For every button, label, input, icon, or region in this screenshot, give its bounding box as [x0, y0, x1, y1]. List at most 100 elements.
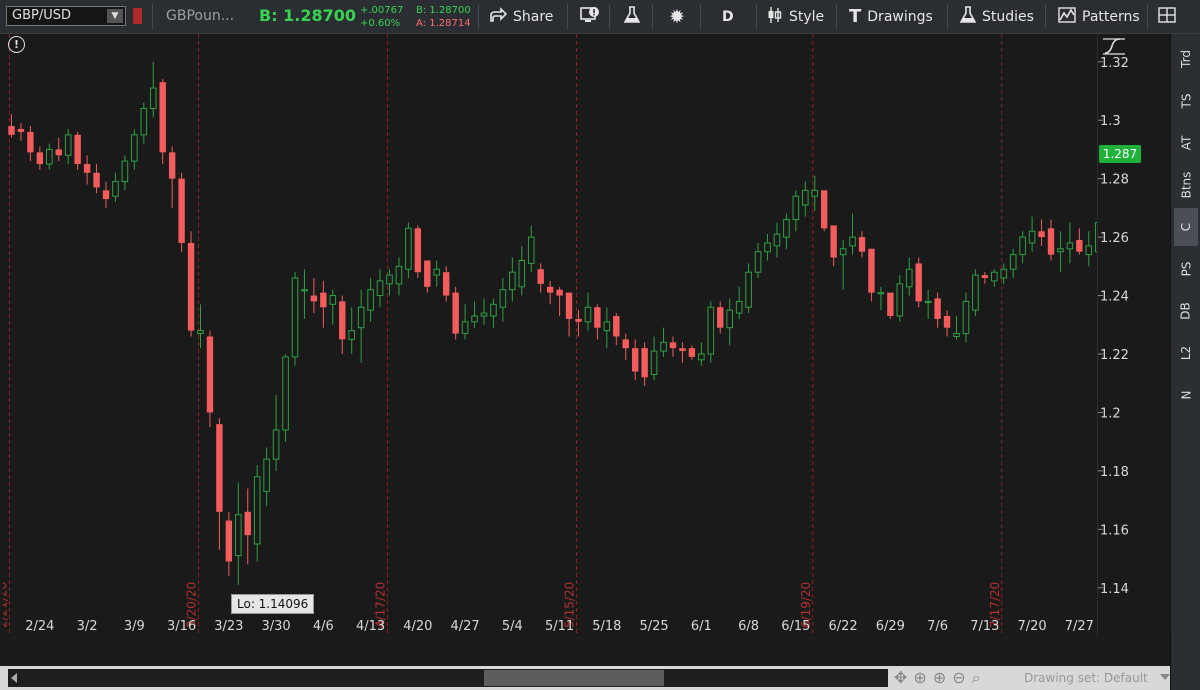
candle	[509, 257, 516, 302]
crosshair-icon[interactable]: ⊕	[913, 668, 932, 687]
candle	[414, 225, 422, 279]
sidebar-tab-at[interactable]: AT	[1174, 124, 1198, 162]
drawings-button[interactable]: T Drawings	[849, 0, 933, 33]
candle	[301, 269, 308, 319]
candle	[499, 278, 507, 322]
aggregation-selector[interactable]: D	[722, 0, 734, 33]
patterns-button[interactable]: Patterns	[1058, 0, 1140, 33]
candle	[424, 260, 431, 293]
candle-body	[405, 227, 412, 270]
x-tick-label: 4/27	[450, 619, 479, 634]
zoom-out-icon[interactable]: ⊖	[952, 668, 971, 687]
ask-quote: A: 1.28714	[416, 18, 471, 29]
candle	[1066, 222, 1074, 264]
candle-body	[924, 300, 932, 304]
candle	[244, 488, 251, 565]
x-tick-label: 6/22	[828, 619, 857, 634]
magnifier-icon[interactable]: ⌕	[972, 668, 987, 687]
divider	[836, 4, 837, 29]
layout-button[interactable]	[1158, 0, 1176, 33]
candle-body	[102, 190, 110, 200]
candle	[263, 447, 270, 506]
chevron-down-icon[interactable]: ▼	[107, 9, 123, 23]
candle	[452, 286, 459, 340]
candle-body	[565, 292, 573, 319]
zoom-in-icon[interactable]: ⊕	[933, 668, 952, 687]
studies-button[interactable]: Studies	[959, 0, 1034, 33]
candle	[291, 272, 299, 366]
bottom-bar: ✥⊕⊕⊖⌕ Drawing set: Default	[0, 666, 1170, 690]
sidebar-tab-ps[interactable]: PS	[1174, 250, 1198, 288]
candle	[546, 280, 554, 305]
alert-flag-icon[interactable]	[133, 8, 142, 24]
sidebar-tab-trd[interactable]: Trd	[1174, 40, 1198, 78]
candle-body	[575, 318, 582, 322]
settings-button[interactable]: ✹	[669, 0, 685, 33]
candle	[518, 245, 526, 296]
candle-body	[83, 164, 91, 173]
candle	[320, 280, 327, 328]
candle	[603, 307, 611, 349]
candle-body	[735, 300, 743, 314]
candle-body	[433, 268, 441, 276]
sidebar-tab-n[interactable]: N	[1174, 376, 1198, 414]
price-chart[interactable]: 2/21/20 3/20/20 4/17/20 5/15/20 6/19/20 7/17/…	[3, 34, 1097, 636]
candle-body	[546, 286, 554, 293]
pan-icon[interactable]: ✥	[894, 668, 913, 687]
candle-body	[858, 237, 866, 252]
info-alert-icon[interactable]: !	[8, 36, 25, 53]
sidebar-tab-c[interactable]: C	[1174, 208, 1198, 246]
candle-body	[726, 309, 734, 329]
candle	[688, 345, 696, 360]
scroll-left-icon[interactable]	[11, 673, 17, 683]
candle	[669, 336, 677, 357]
style-button[interactable]: Style	[767, 0, 824, 33]
candle	[93, 164, 100, 194]
candle-body	[537, 269, 544, 284]
candle-body	[1047, 228, 1055, 255]
candle-body	[603, 321, 611, 332]
patterns-label: Patterns	[1082, 8, 1140, 25]
candle-body	[310, 295, 318, 302]
sidebar-tab-label: AT	[1178, 135, 1193, 151]
sidebar-tab-db[interactable]: DB	[1174, 292, 1198, 330]
horizontal-scrollbar[interactable]	[8, 669, 888, 687]
divider	[567, 4, 568, 29]
candle-body	[905, 268, 913, 288]
sidebar-tab-l2[interactable]: L2	[1174, 334, 1198, 372]
x-tick-label: 6/8	[738, 619, 759, 634]
grid-icon	[1158, 6, 1176, 27]
symbol-selector[interactable]: GBP/USD ▼	[6, 6, 126, 26]
candle	[64, 128, 72, 165]
x-tick-label: 4/13	[356, 619, 385, 634]
candle-body	[556, 289, 563, 296]
candle-body	[329, 295, 337, 305]
scrollbar-thumb[interactable]	[484, 670, 664, 686]
candle	[112, 172, 119, 203]
chevron-down-icon[interactable]	[1160, 674, 1170, 680]
sidebar-tab-btns[interactable]: Btns	[1174, 166, 1198, 204]
candle	[802, 181, 809, 217]
candle-body	[263, 458, 270, 492]
candle-body	[93, 172, 100, 188]
share-button[interactable]: Share	[489, 0, 553, 33]
candle-body	[641, 348, 648, 378]
sidebar-tab-ts[interactable]: TS	[1174, 82, 1198, 120]
candle	[357, 289, 365, 363]
divider	[478, 4, 479, 29]
candle	[991, 269, 998, 287]
candle	[735, 286, 743, 319]
study-toggle-icon[interactable]	[1102, 36, 1126, 60]
alert-button[interactable]	[580, 0, 600, 33]
candle-body	[27, 131, 34, 153]
candle	[83, 155, 91, 185]
drawings-label: Drawings	[867, 8, 933, 25]
x-tick-label: 7/13	[970, 619, 999, 634]
flask-button[interactable]	[623, 0, 641, 33]
drawing-set-label[interactable]: Drawing set: Default	[1024, 671, 1148, 685]
candle	[272, 394, 280, 471]
candle-body	[679, 348, 686, 352]
price-axis[interactable]: 1.141.161.181.21.221.241.261.281.31.32	[1097, 34, 1170, 636]
candle	[905, 257, 913, 296]
x-tick-label: 5/18	[592, 619, 621, 634]
